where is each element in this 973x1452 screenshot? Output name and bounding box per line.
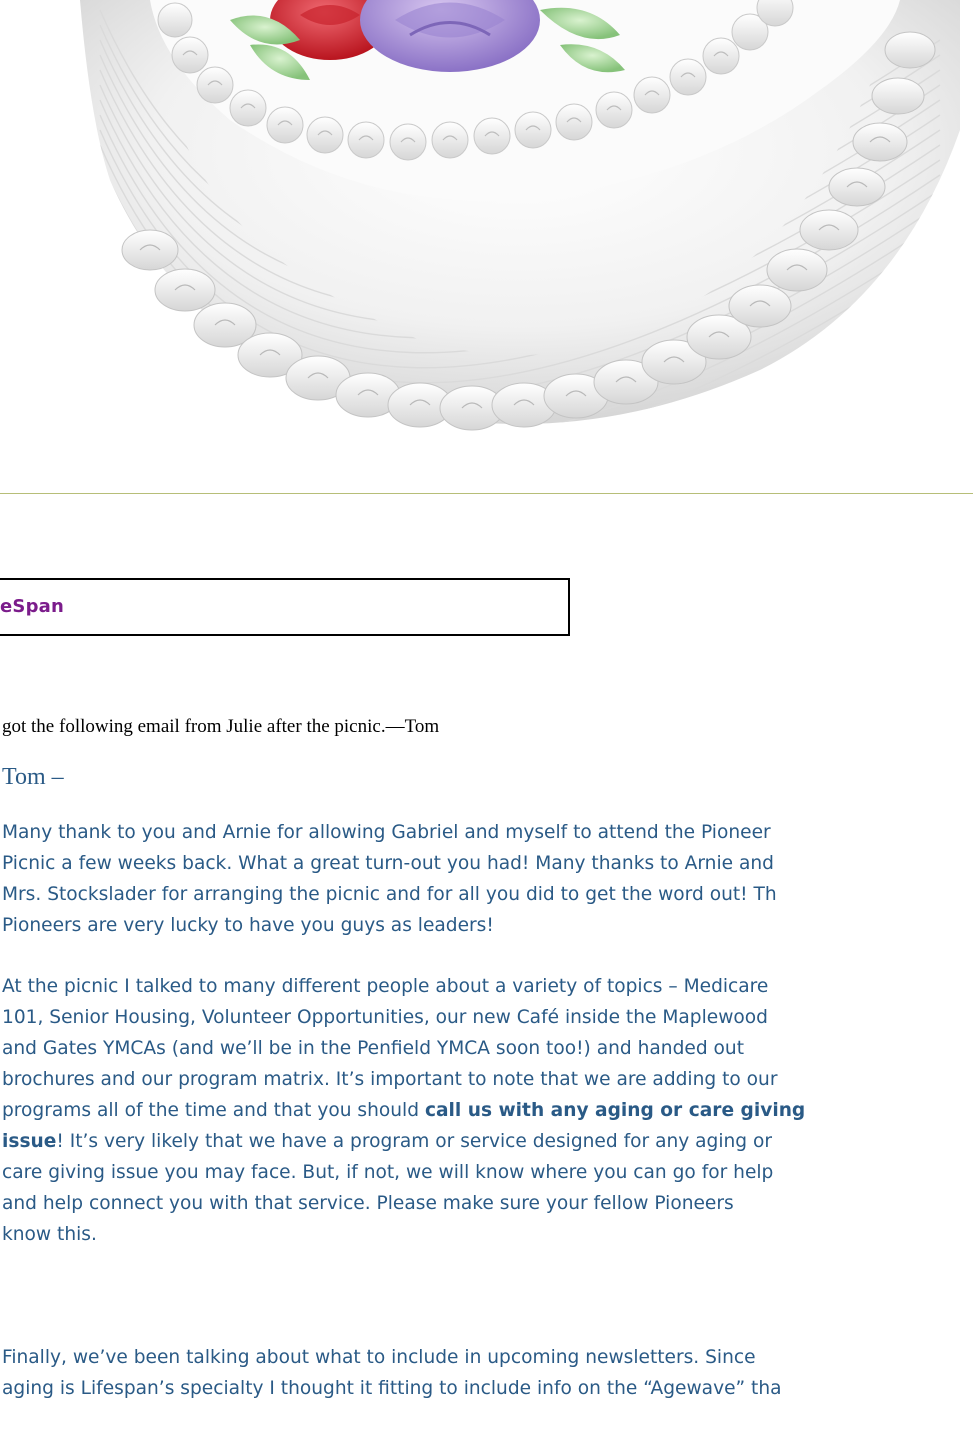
- paragraph-line: Mrs. Stockslader for arranging the picni…: [2, 884, 777, 905]
- paragraph-line: Picnic a few weeks back. What a great tu…: [2, 853, 774, 874]
- intro-text: got the following email from Julie after…: [2, 716, 440, 737]
- email-paragraph: At the picnic I talked to many different…: [2, 971, 973, 1250]
- section-divider: [0, 493, 973, 494]
- paragraph-line: Many thank to you and Arnie for allowing…: [2, 822, 771, 843]
- paragraph-line: Pioneers are very lucky to have you guys…: [2, 915, 494, 936]
- section-title: eSpan: [0, 596, 65, 617]
- paragraph-line: care giving issue you may face. But, if …: [2, 1162, 774, 1183]
- paragraph-line: brochures and our program matrix. It’s i…: [2, 1069, 778, 1090]
- paragraph-line: know this.: [2, 1224, 97, 1245]
- paragraph-text: ! It’s very likely that we have a progra…: [56, 1131, 773, 1152]
- paragraph-text: programs all of the time and that you sh…: [2, 1100, 425, 1121]
- email-salutation: Tom –: [2, 764, 64, 790]
- section-heading-box: eSpan: [0, 578, 570, 636]
- paragraph-line: Finally, we’ve been talking about what t…: [2, 1347, 756, 1368]
- paragraph-line: aging is Lifespan’s specialty I thought …: [2, 1378, 782, 1399]
- paragraph-line: issue! It’s very likely that we have a p…: [2, 1126, 973, 1157]
- cake-image: [80, 0, 960, 431]
- paragraph-line: At the picnic I talked to many different…: [2, 976, 769, 997]
- paragraph-line: and Gates YMCAs (and we’ll be in the Pen…: [2, 1038, 744, 1059]
- email-paragraph: Finally, we’ve been talking about what t…: [2, 1342, 973, 1404]
- emphasis-text: issue: [2, 1131, 57, 1152]
- emphasis-text: call us with any aging or care giving: [424, 1100, 806, 1121]
- email-paragraph: Many thank to you and Arnie for allowing…: [2, 817, 973, 941]
- paragraph-line: 101, Senior Housing, Volunteer Opportuni…: [2, 1007, 768, 1028]
- paragraph-line: programs all of the time and that you sh…: [2, 1095, 973, 1126]
- paragraph-line: and help connect you with that service. …: [2, 1193, 734, 1214]
